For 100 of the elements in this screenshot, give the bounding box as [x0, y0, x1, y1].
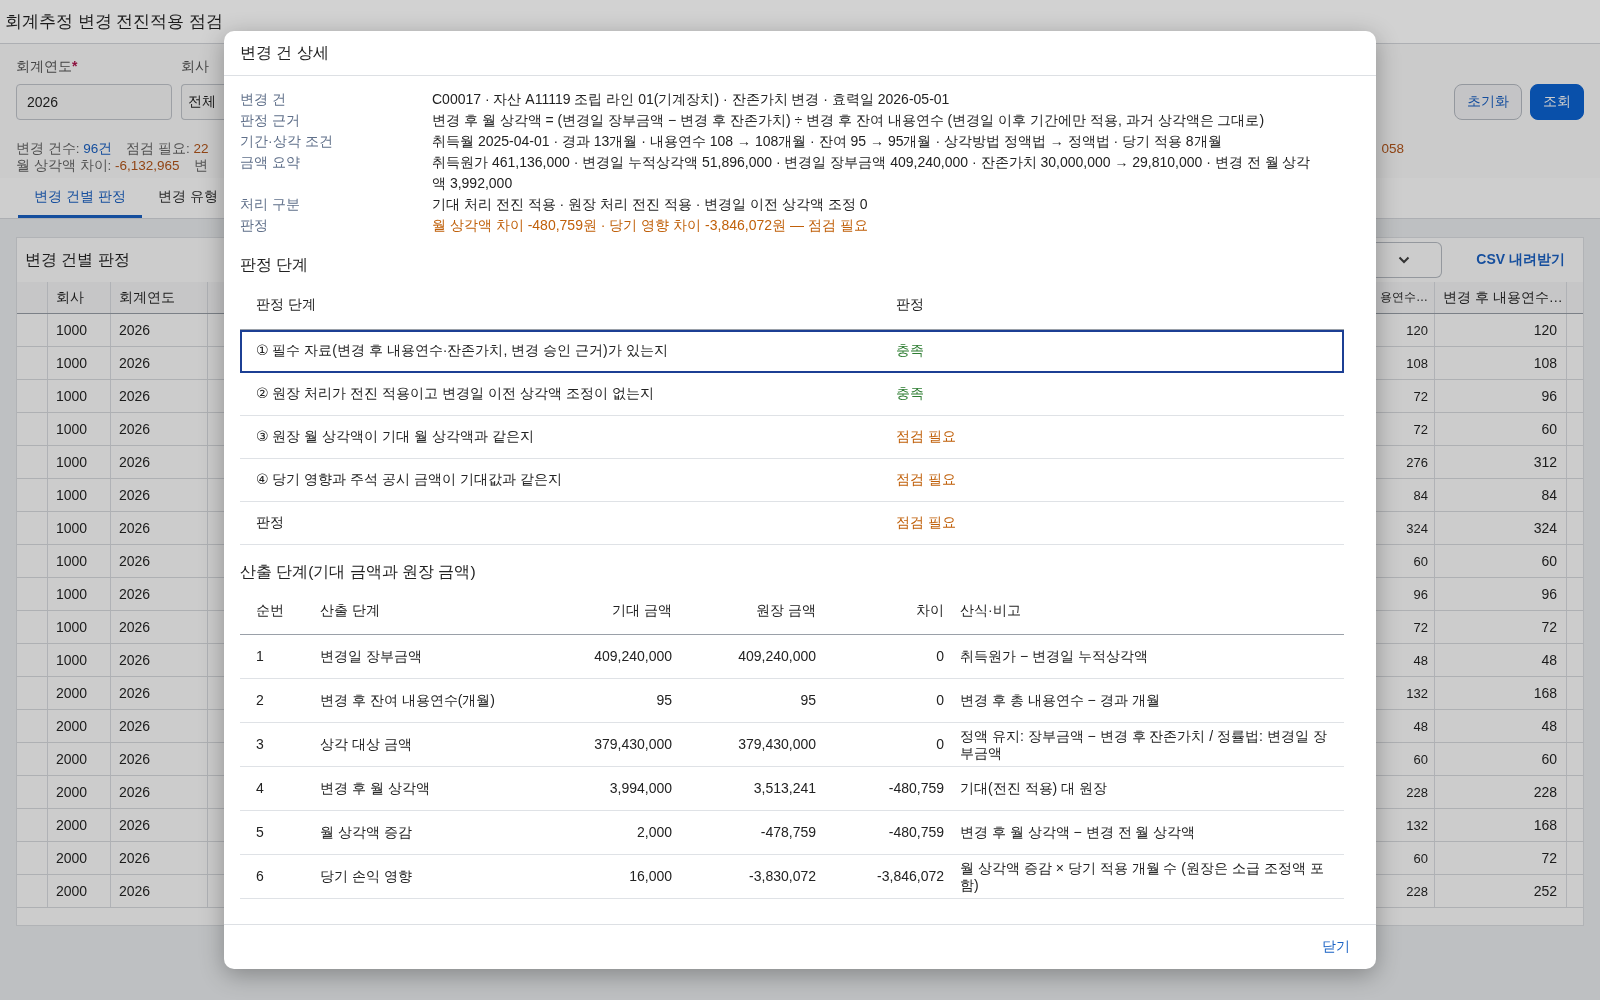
info-label: 변경 건	[240, 90, 287, 109]
reset-button[interactable]: 초기화	[1454, 84, 1522, 120]
judgement-row[interactable]: ② 원장 처리가 전진 적용이고 변경일 이전 상각액 조정이 없는지 충족	[240, 373, 1344, 416]
table-cell: 84	[1413, 487, 1428, 503]
table-cell: 0	[936, 736, 944, 752]
column-header: 판정 단계	[256, 295, 317, 314]
verdict-text: 점검 필요	[896, 428, 957, 446]
table-cell: 3,513,241	[753, 780, 816, 796]
table-cell: -3,846,072	[877, 868, 944, 884]
column-header[interactable]: 용연수…	[1380, 289, 1428, 306]
table-cell: 2026	[119, 784, 151, 800]
table-cell: -3,830,072	[749, 868, 816, 884]
table-cell: 3,994,000	[609, 780, 672, 796]
step-label: ④ 당기 영향과 주석 공시 금액이 기대값과 같은지	[256, 471, 563, 489]
table-cell: 228	[1406, 883, 1428, 899]
step-label: ② 원장 처리가 전진 적용이고 변경일 이전 상각액 조정이 없는지	[256, 385, 655, 403]
table-cell: 120	[1406, 322, 1428, 338]
table-cell: 1000	[56, 322, 88, 338]
section-title: 산출 단계(기대 금액과 원장 금액)	[240, 561, 476, 582]
step-label: ① 필수 자료(변경 후 내용연수·잔존가치, 변경 승인 근거)가 있는지	[256, 342, 669, 360]
table-cell: 72	[1413, 388, 1428, 404]
table-cell: 2026	[119, 685, 151, 701]
table-cell: 2026	[119, 817, 151, 833]
table-cell: 변경일 장부금액	[320, 648, 422, 664]
column-header: 판정	[896, 295, 925, 314]
table-cell-text: 변경 후 총 내용연수 − 경과 개월	[960, 692, 1161, 709]
table-cell: 48	[1541, 652, 1557, 668]
table-cell: 변경 후 잔여 내용연수(개월)	[320, 692, 495, 708]
csv-download-link[interactable]: CSV 내려받기	[1476, 251, 1565, 269]
table-cell: 변경 후 월 상각액	[320, 780, 430, 796]
judgement-row[interactable]: ④ 당기 영향과 주석 공시 금액이 기대값과 같은지 점검 필요	[240, 459, 1344, 502]
table-cell: 96	[1541, 388, 1557, 404]
company-select[interactable]: 전체	[181, 84, 224, 120]
table-cell: 324	[1406, 520, 1428, 536]
table-cell: 5	[256, 824, 264, 840]
verdict-text: 충족	[896, 342, 925, 360]
table-cell: 2,000	[636, 824, 672, 840]
table-cell: 96	[1413, 586, 1428, 602]
info-label: 판정	[240, 216, 269, 235]
page-title: 회계추정 변경 전진적용 점검	[5, 11, 224, 33]
table-cell: 48	[1413, 652, 1428, 668]
judgement-row[interactable]: ③ 원장 월 상각액이 기대 월 상각액과 같은지 점검 필요	[240, 416, 1344, 459]
verdict-text: 점검 필요	[896, 471, 957, 489]
table-cell: 95	[656, 692, 672, 708]
field-label: 회계연도*	[16, 58, 79, 76]
table-cell: 72	[1413, 619, 1428, 635]
summary-text: 변	[193, 157, 208, 174]
table-cell: -480,759	[888, 780, 944, 796]
table-cell: 72	[1541, 850, 1557, 866]
info-value: 기대 처리 전진 적용 · 원장 처리 전진 적용 · 변경일 이전 상각액 조정 0	[432, 195, 869, 214]
table-cell: 2026	[119, 322, 151, 338]
close-link[interactable]: 닫기	[1322, 938, 1350, 956]
column-header: 차이	[916, 602, 944, 618]
table-cell: 228	[1533, 784, 1557, 800]
column-header[interactable]: 회사	[56, 288, 84, 307]
verdict-text: 점검 필요	[896, 514, 957, 532]
table-cell: 2000	[56, 850, 88, 866]
column-header: 산출 단계	[320, 602, 380, 618]
tab[interactable]: 변경 건별 판정	[18, 178, 142, 218]
table-cell: 2026	[119, 454, 151, 470]
chevron-icon	[1398, 256, 1411, 264]
table-cell: 1000	[56, 520, 88, 536]
table-cell: 0	[936, 692, 944, 708]
table-cell: -478,759	[760, 824, 816, 840]
info-label: 처리 구분	[240, 195, 301, 214]
table-cell: 132	[1406, 685, 1428, 701]
table-cell: 228	[1406, 784, 1428, 800]
info-value: 취득월 2025-04-01 · 경과 13개월 · 내용연수 108 → 108개월 · 잔여 95 → 95개월 · 상각방법 정액법 → 정액법 · 당기 적용 8개월	[432, 132, 1223, 151]
info-label: 판정 근거	[240, 111, 301, 130]
column-header[interactable]: 변경 후 내용연수…	[1443, 288, 1563, 307]
column-header[interactable]: 회계연도	[119, 288, 175, 307]
info-value: 변경 후 월 상각액 = (변경일 장부금액 − 변경 후 잔존가치) ÷ 변경 후 잔여 내용연수 (변경일 이후 기간에만 적용, 과거 상각액은 그대로)	[432, 111, 1266, 130]
table-cell: 252	[1533, 883, 1557, 899]
step-label: ③ 원장 월 상각액이 기대 월 상각액과 같은지	[256, 428, 535, 446]
table-cell-text: 정액 유지: 장부금액 − 변경 후 잔존가치 / 정률법: 변경일 장부금액	[960, 727, 1328, 762]
table-cell: 168	[1533, 817, 1557, 833]
table-cell: 2026	[119, 520, 151, 536]
table-cell: 2026	[119, 751, 151, 767]
table-cell: 2026	[119, 718, 151, 734]
search-button[interactable]: 조회	[1530, 84, 1584, 120]
table-cell: 60	[1541, 421, 1557, 437]
table-cell: 상각 대상 금액	[320, 736, 412, 752]
table-cell: 3	[256, 736, 264, 752]
table-cell: 1000	[56, 355, 88, 371]
table-cell: 108	[1406, 355, 1428, 371]
info-label: 기간·상각 조건	[240, 132, 334, 151]
judgement-row[interactable]: ① 필수 자료(변경 후 내용연수·잔존가치, 변경 승인 근거)가 있는지 충족	[240, 330, 1344, 373]
table-cell: 132	[1406, 817, 1428, 833]
judgement-row[interactable]: 판정 점검 필요	[240, 502, 1344, 545]
table-cell: 108	[1533, 355, 1557, 371]
summary-text: 월 상각액 차이: -6,132,965	[16, 157, 180, 174]
year-field[interactable]: 2026	[16, 84, 172, 120]
summary-value: 058	[1381, 140, 1404, 157]
table-cell: 2000	[56, 685, 88, 701]
table-cell: 1000	[56, 553, 88, 569]
table-cell: 168	[1533, 685, 1557, 701]
table-cell: -480,759	[888, 824, 944, 840]
table-cell: 379,430,000	[738, 736, 816, 752]
table-cell: 2000	[56, 784, 88, 800]
info-value: 취득원가 461,136,000 · 변경일 누적상각액 51,896,000 · 변경일 장부금액 409,240,000 · 잔존가치 30,000,000 → 29,810,000 · 변경 전 월 상각액 3,992,000	[432, 153, 1312, 193]
